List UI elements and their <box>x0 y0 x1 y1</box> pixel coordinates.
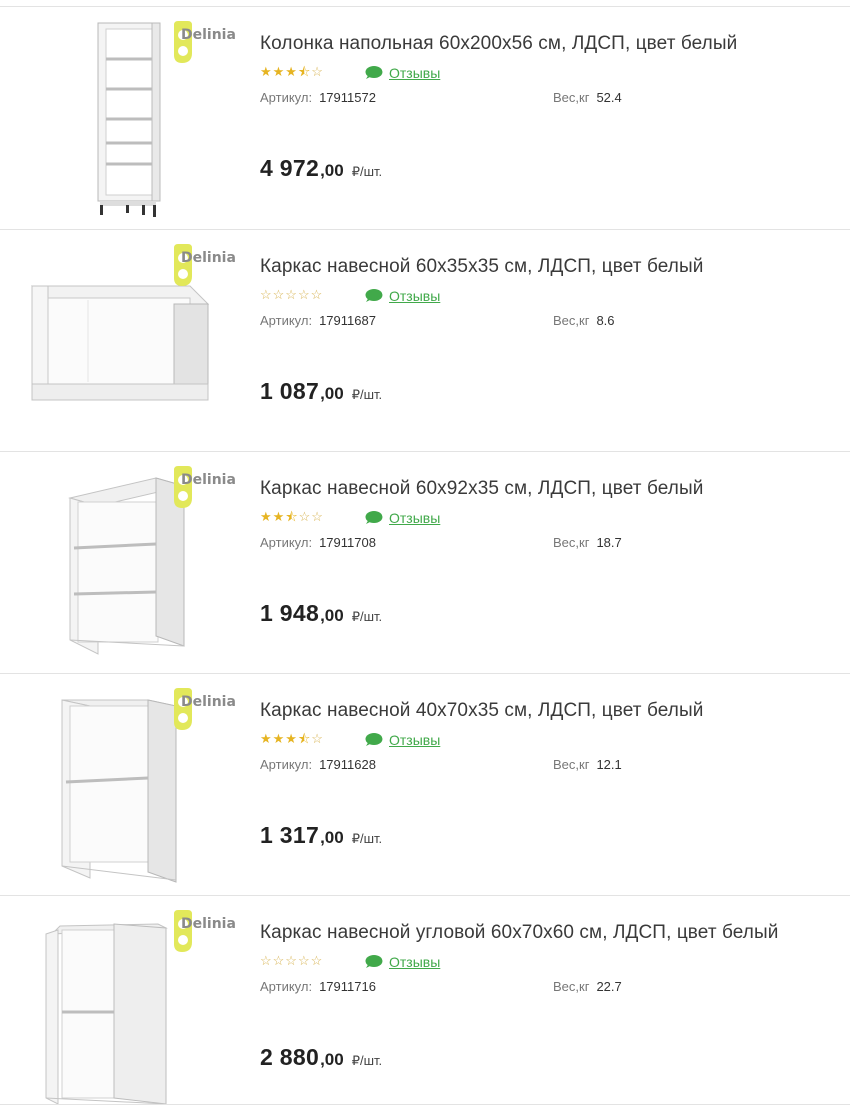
price-integer: 2 880 <box>260 1044 320 1070</box>
price: 1 087,00 ₽/шт. <box>260 378 382 405</box>
sku: Артикул: 17911687 <box>260 313 376 328</box>
reviews-label[interactable]: Отзывы <box>389 510 440 526</box>
sku: Артикул: 17911572 <box>260 90 376 105</box>
product-title[interactable]: Каркас навесной 60x35x35 см, ЛДСП, цвет … <box>260 256 703 278</box>
svg-text:Delinia: Delinia <box>181 694 236 710</box>
weight: Вес,кг 12.1 <box>553 757 622 772</box>
speech-bubble-icon <box>365 733 383 746</box>
weight: Вес,кг 8.6 <box>553 313 615 328</box>
reviews-link[interactable]: Отзывы <box>363 65 440 81</box>
brand-logo: Delinia <box>172 908 252 956</box>
sku-value: 17911687 <box>319 313 376 328</box>
weight-label: Вес,кг <box>553 535 590 550</box>
product-title[interactable]: Каркас навесной 60x92x35 см, ЛДСП, цвет … <box>260 478 703 500</box>
price-decimal: ,00 <box>320 828 344 847</box>
sku: Артикул: 17911708 <box>260 535 376 550</box>
weight: Вес,кг 22.7 <box>553 979 622 994</box>
price: 1 948,00 ₽/шт. <box>260 600 382 627</box>
sku-label: Артикул: <box>260 90 313 105</box>
sku-value: 17911708 <box>319 535 376 550</box>
product-card[interactable]: Delinia Каркас навесной 60x92x35 см, ЛДС… <box>0 452 850 674</box>
product-title[interactable]: Каркас навесной 40x70x35 см, ЛДСП, цвет … <box>260 700 703 722</box>
brand-logo: Delinia <box>172 19 252 67</box>
weight-value: 12.1 <box>596 757 622 772</box>
price-integer: 4 972 <box>260 155 320 181</box>
reviews-link[interactable]: Отзывы <box>363 510 440 526</box>
price-unit: ₽/шт. <box>351 387 383 402</box>
svg-text:Delinia: Delinia <box>181 250 236 266</box>
price-decimal: ,00 <box>320 606 344 625</box>
reviews-label[interactable]: Отзывы <box>389 288 440 304</box>
sku-label: Артикул: <box>260 757 313 772</box>
sku-value: 17911628 <box>319 757 376 772</box>
weight: Вес,кг 18.7 <box>553 535 622 550</box>
reviews-label[interactable]: Отзывы <box>389 65 440 81</box>
weight-value: 18.7 <box>596 535 622 550</box>
rating-stars: ★★★⯪☆ <box>260 731 324 746</box>
product-card[interactable]: Delinia Каркас навесной 40x70x35 см, ЛДС… <box>0 674 850 896</box>
price-integer: 1 087 <box>260 378 320 404</box>
price-integer: 1 317 <box>260 822 320 848</box>
rating-stars: ☆☆☆☆☆ <box>260 287 324 302</box>
svg-text:Delinia: Delinia <box>181 27 236 43</box>
price-unit: ₽/шт. <box>351 1053 383 1068</box>
svg-text:Delinia: Delinia <box>181 472 236 488</box>
price-decimal: ,00 <box>320 384 344 403</box>
speech-bubble-icon <box>365 955 383 968</box>
brand-logo: Delinia <box>172 686 252 734</box>
price-decimal: ,00 <box>320 1050 344 1069</box>
price-unit: ₽/шт. <box>351 164 383 179</box>
sku: Артикул: 17911716 <box>260 979 376 994</box>
speech-bubble-icon <box>365 66 383 79</box>
sku-value: 17911572 <box>319 90 376 105</box>
reviews-link[interactable]: Отзывы <box>363 954 440 970</box>
weight-label: Вес,кг <box>553 757 590 772</box>
weight-label: Вес,кг <box>553 313 590 328</box>
speech-bubble-icon <box>365 511 383 524</box>
sku-label: Артикул: <box>260 979 313 994</box>
product-card[interactable]: Delinia Колонка напольная 60x200x56 см, … <box>0 7 850 229</box>
weight-label: Вес,кг <box>553 979 590 994</box>
svg-text:Delinia: Delinia <box>181 916 236 932</box>
product-card[interactable]: Delinia Каркас навесной угловой 60x70x60… <box>0 896 850 1110</box>
reviews-link[interactable]: Отзывы <box>363 288 440 304</box>
product-title[interactable]: Каркас навесной угловой 60x70x60 см, ЛДС… <box>260 922 778 944</box>
price: 1 317,00 ₽/шт. <box>260 822 382 849</box>
weight-value: 52.4 <box>596 90 622 105</box>
weight-value: 8.6 <box>596 313 615 328</box>
sku-label: Артикул: <box>260 313 313 328</box>
price: 4 972,00 ₽/шт. <box>260 155 382 182</box>
sku: Артикул: 17911628 <box>260 757 376 772</box>
weight-value: 22.7 <box>596 979 622 994</box>
rating-stars: ★★⯪☆☆ <box>260 509 324 524</box>
brand-logo: Delinia <box>172 464 252 512</box>
sku-label: Артикул: <box>260 535 313 550</box>
divider <box>0 1104 850 1105</box>
price-unit: ₽/шт. <box>351 831 383 846</box>
product-card[interactable]: Delinia Каркас навесной 60x35x35 см, ЛДС… <box>0 230 850 452</box>
price-integer: 1 948 <box>260 600 320 626</box>
sku-value: 17911716 <box>319 979 376 994</box>
price-decimal: ,00 <box>320 161 344 180</box>
reviews-label[interactable]: Отзывы <box>389 954 440 970</box>
price-unit: ₽/шт. <box>351 609 383 624</box>
speech-bubble-icon <box>365 289 383 302</box>
reviews-label[interactable]: Отзывы <box>389 732 440 748</box>
rating-stars: ★★★⯪☆ <box>260 64 324 79</box>
product-title[interactable]: Колонка напольная 60x200x56 см, ЛДСП, цв… <box>260 33 737 55</box>
brand-logo: Delinia <box>172 242 252 290</box>
weight-label: Вес,кг <box>553 90 590 105</box>
rating-stars: ☆☆☆☆☆ <box>260 953 324 968</box>
price: 2 880,00 ₽/шт. <box>260 1044 382 1071</box>
reviews-link[interactable]: Отзывы <box>363 732 440 748</box>
weight: Вес,кг 52.4 <box>553 90 622 105</box>
